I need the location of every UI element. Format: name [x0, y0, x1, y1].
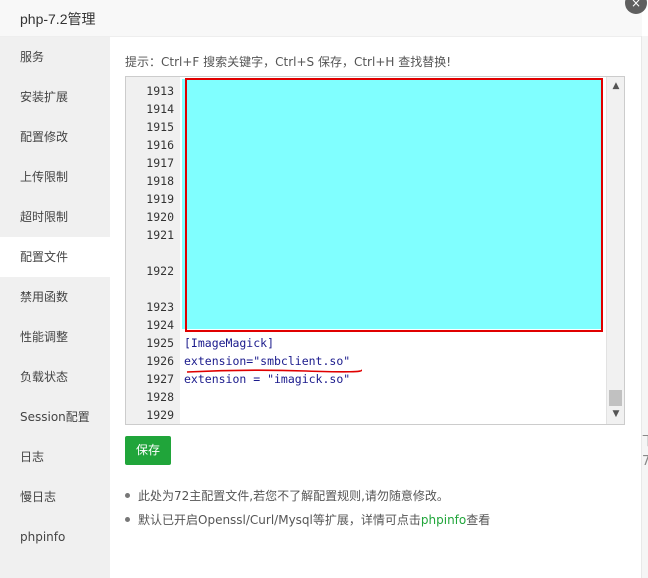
phpinfo-link[interactable]: phpinfo — [421, 513, 466, 527]
line-number: 1919 — [146, 192, 174, 206]
sidebar-item-phpinfo[interactable]: phpinfo — [0, 517, 110, 557]
save-button[interactable]: 保存 — [125, 436, 171, 465]
bullet-icon — [125, 517, 130, 522]
sidebar-item-config-modify[interactable]: 配置修改 — [0, 117, 110, 157]
editor-hint: 提示：Ctrl+F 搜索关键字，Ctrl+S 保存，Ctrl+H 查找替换! — [125, 55, 452, 69]
note-text: 查看 — [466, 513, 491, 527]
sidebar-item-service[interactable]: 服务 — [0, 37, 110, 77]
code-line: [ImageMagick] — [184, 336, 275, 350]
sidebar-item-install-extensions[interactable]: 安装扩展 — [0, 77, 110, 117]
annotation-underline — [186, 369, 362, 373]
bullet-icon — [125, 493, 130, 498]
sidebar-item-session-config[interactable]: Session配置 — [0, 397, 110, 437]
sidebar-item-upload-limit[interactable]: 上传限制 — [0, 157, 110, 197]
line-number-gutter: 1913 1914 1915 1916 1917 1918 1919 1920 … — [126, 77, 180, 424]
php-manager-dialog: php-7.2管理 服务 安装扩展 配置修改 上传限制 超时限制 配置文件 禁用… — [0, 0, 642, 578]
line-number: 1913 — [146, 84, 174, 98]
sidebar-item-log[interactable]: 日志 — [0, 437, 110, 477]
config-code-editor[interactable]: 1913 1914 1915 1916 1917 1918 1919 1920 … — [125, 76, 625, 425]
line-number: 1925 — [146, 336, 174, 350]
sidebar: 服务 安装扩展 配置修改 上传限制 超时限制 配置文件 禁用函数 性能调整 负载… — [0, 37, 110, 578]
line-number: 1929 — [146, 408, 174, 422]
code-line: extension="smbclient.so" — [184, 354, 351, 368]
background-page-edge: 下 7 — [641, 36, 648, 578]
scroll-thumb[interactable] — [609, 390, 622, 406]
line-number: 1915 — [146, 120, 174, 134]
line-number: 1921 — [146, 228, 174, 242]
line-number: 1927 — [146, 372, 174, 386]
sidebar-item-load-status[interactable]: 负载状态 — [0, 357, 110, 397]
scroll-down-icon[interactable]: ▼ — [607, 407, 624, 421]
note-item: 此处为72主配置文件,若您不了解配置规则,请勿随意修改。 — [125, 487, 449, 504]
background-text: 7 — [642, 454, 648, 469]
sidebar-item-slow-log[interactable]: 慢日志 — [0, 477, 110, 517]
annotation-box — [185, 78, 603, 332]
scroll-up-icon[interactable]: ▲ — [607, 79, 624, 93]
dialog-titlebar: php-7.2管理 — [0, 0, 642, 37]
line-number: 1928 — [146, 390, 174, 404]
note-text: 默认已开启Openssl/Curl/Mysql等扩展，详情可点击 — [138, 513, 421, 527]
line-number: 1926 — [146, 354, 174, 368]
note-text: 此处为72主配置文件,若您不了解配置规则,请勿随意修改。 — [138, 489, 449, 503]
editor-scrollbar[interactable]: ▲ ▼ — [606, 77, 624, 424]
line-number: 1923 — [146, 300, 174, 314]
line-number: 1920 — [146, 210, 174, 224]
background-text: 下 — [642, 430, 648, 449]
sidebar-item-timeout-limit[interactable]: 超时限制 — [0, 197, 110, 237]
sidebar-item-config-file[interactable]: 配置文件 — [0, 237, 110, 277]
line-number: 1924 — [146, 318, 174, 332]
note-item: 默认已开启Openssl/Curl/Mysql等扩展，详情可点击phpinfo查… — [125, 511, 490, 528]
line-number: 1916 — [146, 138, 174, 152]
sidebar-item-performance[interactable]: 性能调整 — [0, 317, 110, 357]
code-line: extension = "imagick.so" — [184, 372, 351, 386]
sidebar-item-disabled-functions[interactable]: 禁用函数 — [0, 277, 110, 317]
line-number: 1918 — [146, 174, 174, 188]
line-number: 1914 — [146, 102, 174, 116]
dialog-title: php-7.2管理 — [20, 11, 96, 27]
line-number: 1917 — [146, 156, 174, 170]
line-number: 1922 — [146, 264, 174, 278]
